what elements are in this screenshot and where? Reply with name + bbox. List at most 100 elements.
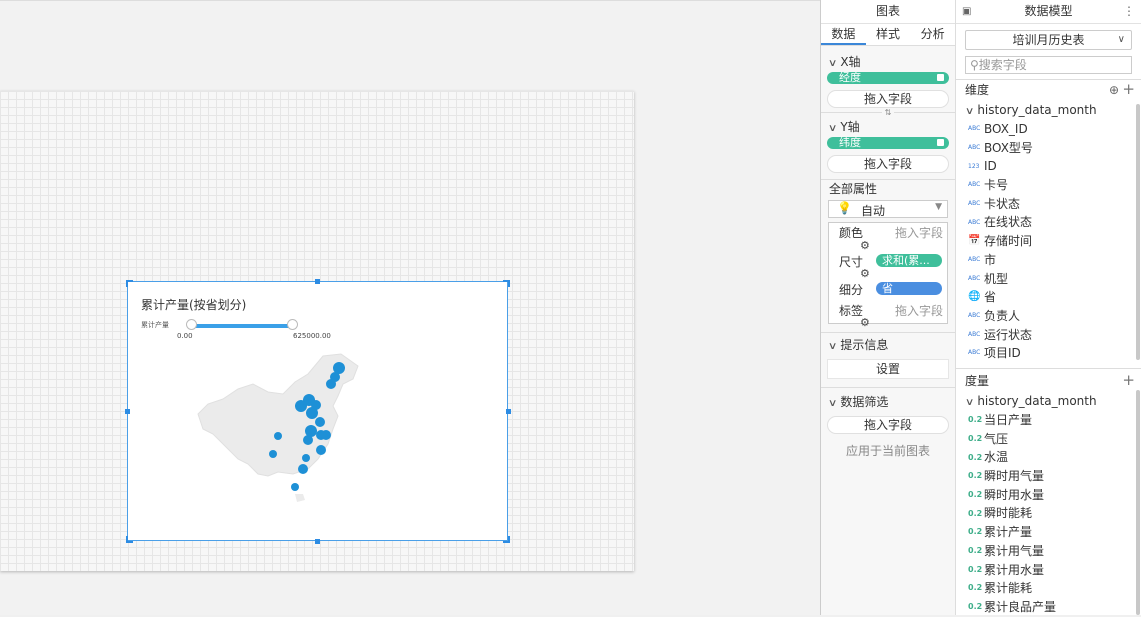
collapse-panel-icon[interactable]: ▣ [962, 0, 971, 23]
field-item[interactable]: 0.2 瞬时用气量 [956, 467, 1141, 486]
measure-field-icon: 0.2 [968, 433, 983, 443]
field-item[interactable]: 📅 存储时间 [956, 232, 1141, 251]
legend-range-bar[interactable] [191, 324, 293, 328]
field-item[interactable]: ABC BOX型号 [956, 139, 1141, 158]
filter-section[interactable]: ∨ 数据筛选 [821, 392, 955, 412]
dimension-group[interactable]: ∨ history_data_month [956, 100, 1141, 120]
legend-min-handle[interactable] [186, 319, 197, 330]
color-settings-gear-icon[interactable]: ⚙ [860, 239, 870, 252]
field-item[interactable]: ABC 机型 [956, 270, 1141, 289]
field-label: 瞬时用水量 [984, 487, 1045, 502]
add-measure-icon[interactable]: + [1122, 370, 1135, 390]
field-item[interactable]: 0.2 累计能耗 [956, 579, 1141, 598]
field-item[interactable]: 0.2 累计产量 [956, 523, 1141, 542]
province-marker[interactable] [321, 430, 331, 440]
province-marker[interactable] [298, 464, 308, 474]
field-item[interactable]: 0.2 瞬时能耗 [956, 504, 1141, 523]
tooltip-section[interactable]: ∨ 提示信息 [821, 335, 955, 355]
resize-corner-tl[interactable] [126, 280, 133, 287]
tab-style[interactable]: 样式 [866, 24, 911, 45]
x-axis-field-pill[interactable]: 经度 [827, 72, 949, 84]
dimension-scrollbar[interactable] [1136, 104, 1140, 360]
field-item[interactable]: ABC 运行状态 [956, 326, 1141, 345]
measure-group[interactable]: ∨ history_data_month [956, 391, 1141, 411]
resize-handle-top[interactable] [315, 279, 320, 284]
province-marker[interactable] [326, 379, 336, 389]
field-search-input[interactable]: ⚲搜索字段 [965, 56, 1132, 74]
label-settings-gear-icon[interactable]: ⚙ [860, 316, 870, 329]
detail-field-tag[interactable]: 省 [876, 282, 942, 295]
resize-corner-tr[interactable] [503, 280, 510, 287]
resize-handle-left[interactable] [125, 409, 130, 414]
province-marker[interactable] [291, 483, 299, 491]
field-item[interactable]: 0.2 瞬时用水量 [956, 486, 1141, 505]
size-field-tag[interactable]: 求和(累... [876, 254, 942, 267]
measure-field-icon: 0.2 [968, 564, 983, 574]
size-settings-gear-icon[interactable]: ⚙ [860, 267, 870, 280]
province-marker[interactable] [315, 417, 325, 427]
x-axis-drop-zone[interactable]: 拖入字段 [827, 90, 949, 108]
field-item[interactable]: 0.2 累计良品产量 [956, 598, 1141, 617]
field-item[interactable]: ABC BOX_ID [956, 120, 1141, 139]
color-drop-zone[interactable]: 拖入字段 [895, 224, 943, 241]
province-marker[interactable] [274, 432, 282, 440]
province-marker[interactable] [311, 400, 321, 410]
table-select[interactable]: 培训月历史表 ∨ [965, 30, 1132, 50]
province-marker[interactable] [269, 450, 277, 458]
text-field-icon: ABC [968, 181, 981, 189]
field-item[interactable]: 🌐 省 [956, 288, 1141, 307]
field-item[interactable]: ABC 市 [956, 251, 1141, 270]
resize-handle-right[interactable] [506, 409, 511, 414]
tab-data[interactable]: 数据 [821, 24, 866, 45]
pill-menu-icon[interactable] [937, 139, 944, 146]
chevron-down-icon: ∨ [1117, 34, 1125, 45]
y-axis-drop-zone[interactable]: 拖入字段 [827, 155, 949, 173]
x-axis-field-label: 经度 [839, 71, 861, 84]
field-item[interactable]: 0.2 水温 [956, 448, 1141, 467]
china-map[interactable] [183, 344, 383, 529]
data-model-header: ▣ 数据模型 ⋮ [956, 0, 1141, 24]
measure-field-icon: 0.2 [968, 471, 983, 481]
apply-to-current-chart[interactable]: 应用于当前图表 [821, 442, 955, 459]
resize-corner-bl[interactable] [126, 536, 133, 543]
field-item[interactable]: ABC 卡状态 [956, 195, 1141, 214]
label-drop-zone[interactable]: 拖入字段 [895, 302, 943, 319]
legend-min-value: 0.00 [177, 332, 193, 340]
more-options-icon[interactable]: ⋮ [1123, 0, 1135, 23]
measure-field-icon: 0.2 [968, 452, 983, 462]
field-item[interactable]: 0.2 当日产量 [956, 411, 1141, 430]
add-dimension-icon[interactable]: + [1122, 79, 1135, 99]
swap-axes-icon[interactable]: ⇅ [881, 108, 895, 117]
province-marker[interactable] [302, 454, 310, 462]
chart-widget[interactable]: 累计产量(按省划分) 累计产量 0.00 625000.00 [127, 281, 508, 541]
search-icon: ⚲ [970, 58, 979, 72]
mark-type-select[interactable]: 💡 自动 ▼ [828, 200, 948, 218]
field-item[interactable]: ABC 负责人 [956, 307, 1141, 326]
resize-corner-br[interactable] [503, 536, 510, 543]
tab-analysis[interactable]: 分析 [910, 24, 955, 45]
design-grid[interactable]: 累计产量(按省划分) 累计产量 0.00 625000.00 [0, 91, 634, 571]
field-item[interactable]: ABC 在线状态 [956, 213, 1141, 232]
field-label: 累计用水量 [984, 562, 1045, 577]
globe-icon[interactable]: ⊕ [1109, 80, 1119, 100]
field-item[interactable]: 123 ID [956, 157, 1141, 176]
legend-max-value: 625000.00 [293, 332, 331, 340]
x-axis-section[interactable]: ∨ X轴 [821, 52, 955, 72]
field-item[interactable]: 0.2 累计用气量 [956, 542, 1141, 561]
field-item[interactable]: 0.2 气压 [956, 430, 1141, 449]
y-axis-section[interactable]: ∨ Y轴 [821, 117, 955, 137]
field-item[interactable]: 0.2 累计用水量 [956, 561, 1141, 580]
field-item[interactable]: ABC 卡号 [956, 176, 1141, 195]
measure-scrollbar[interactable] [1136, 390, 1140, 615]
pill-menu-icon[interactable] [937, 74, 944, 81]
province-marker[interactable] [303, 435, 313, 445]
field-label: 卡号 [984, 178, 1009, 193]
province-marker[interactable] [316, 445, 326, 455]
province-marker[interactable] [295, 400, 307, 412]
field-item[interactable]: ABC 项目ID [956, 344, 1141, 363]
y-axis-field-pill[interactable]: 纬度 [827, 137, 949, 149]
legend-max-handle[interactable] [287, 319, 298, 330]
filter-drop-zone[interactable]: 拖入字段 [827, 416, 949, 434]
resize-handle-bottom[interactable] [315, 539, 320, 544]
tooltip-settings-button[interactable]: 设置 [827, 359, 949, 379]
